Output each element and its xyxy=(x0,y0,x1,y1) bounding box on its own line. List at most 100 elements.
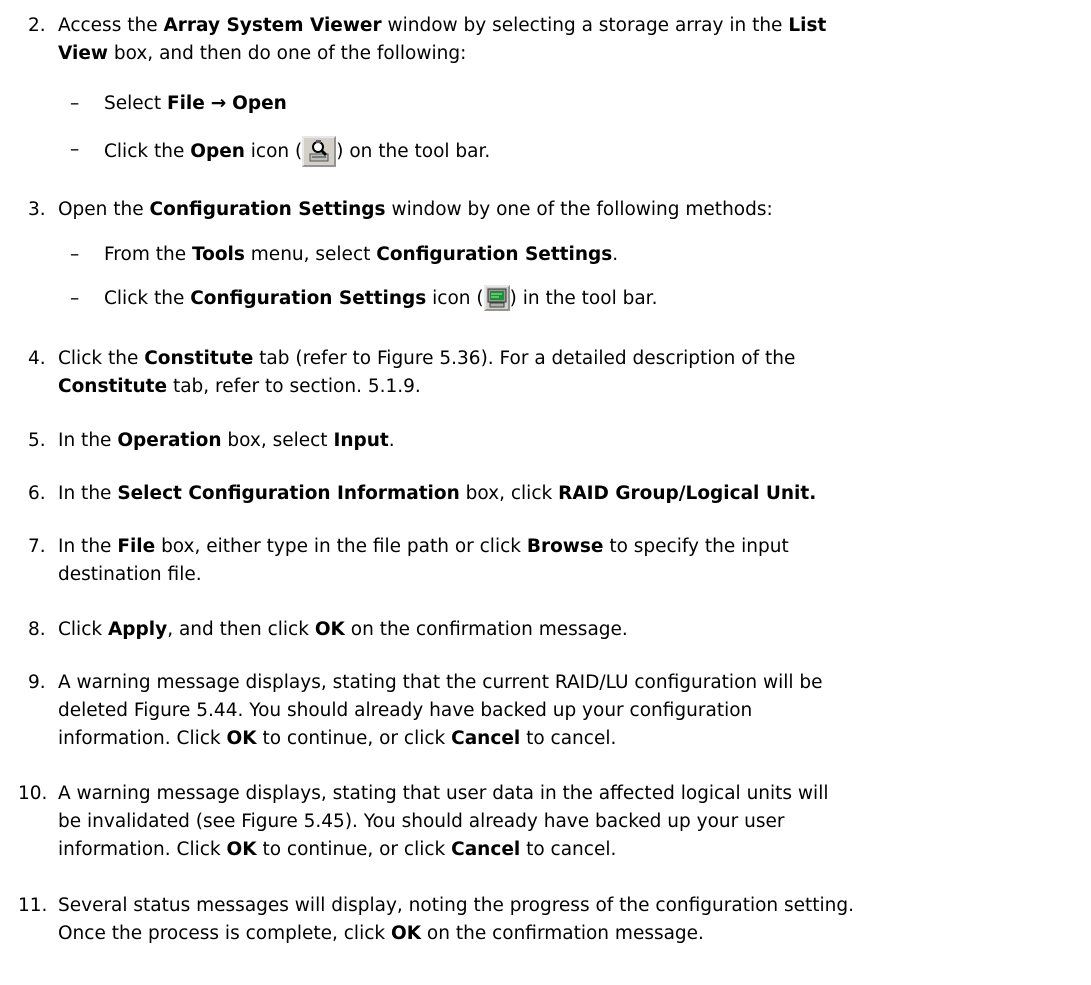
step-text: Access the Array System Viewer window by… xyxy=(58,12,1065,68)
text: Click the xyxy=(104,288,191,309)
text: menu, select xyxy=(244,244,377,265)
text: icon ( xyxy=(426,288,484,309)
step-text: Click Apply, and then click OK on the co… xyxy=(58,616,1065,644)
text: , and then click xyxy=(167,619,315,640)
text: Click the xyxy=(58,348,145,369)
text: box, select xyxy=(221,430,334,451)
step-text: Open the Configuration Settings window b… xyxy=(58,196,1065,224)
step-line: destination file. xyxy=(58,564,202,585)
bold-text: OK xyxy=(226,839,257,860)
step-text: In the Select Configuration Information … xyxy=(58,480,1065,508)
substep-text: Click the Open icon () on the tool bar. xyxy=(104,136,490,167)
bold-text: Apply xyxy=(107,619,168,640)
bold-text: Tools xyxy=(191,244,245,265)
bold-text: Browse xyxy=(526,536,604,557)
text: Open the xyxy=(58,199,150,220)
step-text: A warning message displays, stating that… xyxy=(58,669,1065,753)
bold-text: Configuration Settings xyxy=(190,288,427,309)
bold-text: List xyxy=(788,15,827,36)
step-number: 3. xyxy=(28,199,46,220)
step-line: Once the process is complete, click OK o… xyxy=(58,920,1065,948)
configuration-settings-icon xyxy=(483,285,510,311)
bold-text: File xyxy=(117,536,156,557)
bold-text: Cancel xyxy=(451,728,521,749)
bold-text: Configuration Settings xyxy=(149,199,386,220)
step-line: information. Click OK to continue, or cl… xyxy=(58,836,1065,864)
step-number: 2. xyxy=(28,15,46,36)
bold-text: Operation xyxy=(117,430,222,451)
step-text: Click the Constitute tab (refer to Figur… xyxy=(58,345,1065,401)
step-line: information. Click OK to continue, or cl… xyxy=(58,725,1065,753)
step-number: 6. xyxy=(28,483,46,504)
step-text: Several status messages will display, no… xyxy=(58,892,1065,948)
bold-text: Open xyxy=(232,93,287,114)
bold-text: Open xyxy=(190,141,245,162)
text: information. Click xyxy=(58,728,227,749)
text: Access the xyxy=(58,15,164,36)
text: to cancel. xyxy=(520,839,617,860)
text: window by selecting a storage array in t… xyxy=(381,15,789,36)
step-line: Several status messages will display, no… xyxy=(58,895,855,916)
substep-text: Select File → Open xyxy=(104,90,287,118)
text: ) on the tool bar. xyxy=(336,141,491,162)
text: In the xyxy=(58,536,118,557)
step-line: Constitute tab, refer to section. 5.1.9. xyxy=(58,373,1065,401)
step-number: 4. xyxy=(28,348,46,369)
step-line: Access the Array System Viewer window by… xyxy=(58,12,1065,40)
step-number: 10. xyxy=(18,783,48,804)
text: to continue, or click xyxy=(256,839,452,860)
bold-text: Constitute xyxy=(58,376,168,397)
bold-text: Constitute xyxy=(144,348,254,369)
text: box, click xyxy=(459,483,559,504)
dash-bullet: – xyxy=(70,93,80,114)
text: on the confirmation message. xyxy=(344,619,628,640)
text: In the xyxy=(58,430,118,451)
step-text: A warning message displays, stating that… xyxy=(58,780,1065,864)
text: tab, refer to section. 5.1.9. xyxy=(167,376,421,397)
step-number: 5. xyxy=(28,430,46,451)
text: Click xyxy=(58,619,108,640)
step-text: In the Operation box, select Input. xyxy=(58,427,1065,455)
step-line: A warning message displays, stating that… xyxy=(58,783,829,804)
text: to continue, or click xyxy=(256,728,452,749)
text: icon ( xyxy=(244,141,303,162)
text: to specify the input xyxy=(603,536,789,557)
step-line: Click the Constitute tab (refer to Figur… xyxy=(58,345,1065,373)
step-text: In the File box, either type in the file… xyxy=(58,533,1065,589)
bold-text: OK xyxy=(314,619,345,640)
bold-text: OK xyxy=(390,923,422,944)
bold-text: Input xyxy=(333,430,389,451)
step-number: 11. xyxy=(18,895,48,916)
bold-text: OK xyxy=(226,728,257,749)
step-number: 8. xyxy=(28,619,46,640)
text: box, and then do one of the following: xyxy=(107,43,467,64)
bold-text: File xyxy=(166,93,205,114)
right-arrow-icon: → xyxy=(210,93,227,114)
step-line: A warning message displays, stating that… xyxy=(58,672,823,693)
text: to cancel. xyxy=(520,728,617,749)
text: box, either type in the file path or cli… xyxy=(155,536,527,557)
bold-text: RAID Group/Logical Unit. xyxy=(558,483,817,504)
bold-text: Select Configuration Information xyxy=(117,483,460,504)
open-magnifier-icon xyxy=(302,136,337,167)
text: ) in the tool bar. xyxy=(509,288,658,309)
text: window by one of the following methods: xyxy=(385,199,773,220)
substep-text: From the Tools menu, select Configuratio… xyxy=(104,241,618,269)
text: . xyxy=(612,244,619,265)
document-page: 2. Access the Array System Viewer window… xyxy=(0,0,1091,985)
step-line: In the File box, either type in the file… xyxy=(58,533,1065,561)
dash-bullet: – xyxy=(70,139,80,160)
substep-text: Click the Configuration Settings icon ()… xyxy=(104,285,657,313)
step-number: 7. xyxy=(28,536,46,557)
text: Select xyxy=(104,93,167,114)
text: Once the process is complete, click xyxy=(58,923,391,944)
text: . xyxy=(388,430,395,451)
text: From the xyxy=(104,244,192,265)
dash-bullet: – xyxy=(70,244,80,265)
step-number: 9. xyxy=(28,672,46,693)
step-line: View box, and then do one of the followi… xyxy=(58,40,1065,68)
step-line: deleted Figure 5.44. You should already … xyxy=(58,700,753,721)
text: In the xyxy=(58,483,118,504)
text: tab (refer to Figure 5.36). For a detail… xyxy=(253,348,796,369)
bold-text: Configuration Settings xyxy=(376,244,613,265)
